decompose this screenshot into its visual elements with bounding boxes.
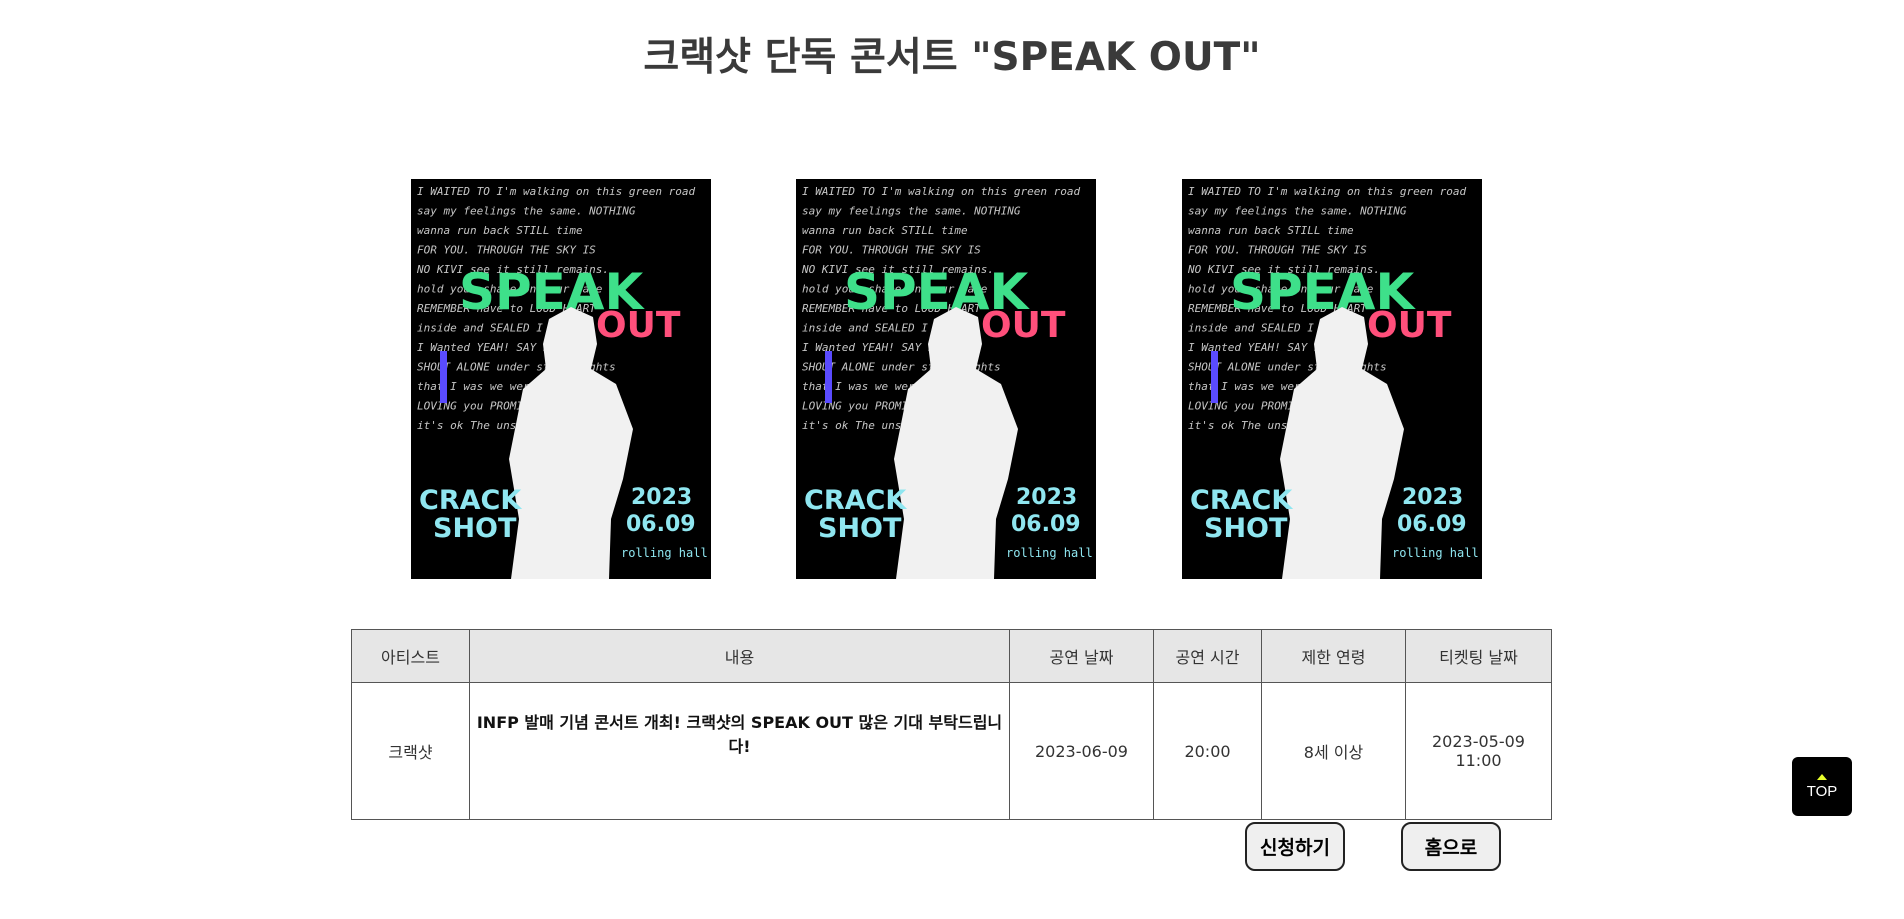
poster-artwork: I WAITED TO I'm walking on this green ro… bbox=[411, 179, 711, 579]
header-artist: 아티스트 bbox=[351, 629, 470, 683]
poster-texture-text: say my feelings the same. NOTHING bbox=[802, 205, 1021, 218]
header-age: 제한 연령 bbox=[1261, 629, 1406, 683]
poster-venue: rolling hall bbox=[1392, 546, 1479, 560]
scroll-top-button[interactable]: TOP bbox=[1792, 757, 1852, 816]
poster-venue: rolling hall bbox=[1006, 546, 1093, 560]
concert-info-table: 아티스트 내용 공연 날짜 공연 시간 제한 연령 티켓팅 날짜 크랙샷 INF… bbox=[351, 629, 1552, 820]
poster-accent-mark bbox=[1211, 351, 1218, 403]
cell-date: 2023-06-09 bbox=[1009, 682, 1154, 820]
poster-accent-mark bbox=[825, 351, 832, 403]
cell-ticketing: 2023-05-09 11:00 bbox=[1405, 682, 1552, 820]
poster-texture-text: FOR YOU. THROUGH THE SKY IS bbox=[1188, 244, 1367, 257]
poster-texture-text: wanna run back STILL time bbox=[1188, 224, 1354, 237]
poster-artist-line2: SHOT bbox=[1204, 513, 1288, 544]
poster-headline-out: OUT bbox=[596, 305, 681, 346]
cell-artist: 크랙샷 bbox=[351, 682, 470, 820]
cell-content: INFP 발매 기념 콘서트 개최! 크랙샷의 SPEAK OUT 많은 기대 … bbox=[469, 682, 1010, 820]
page-title: 크랙샷 단독 콘서트 "SPEAK OUT" bbox=[643, 35, 1261, 80]
concert-poster-2: I WAITED TO I'm walking on this green ro… bbox=[796, 179, 1096, 579]
table-row: 크랙샷 INFP 발매 기념 콘서트 개최! 크랙샷의 SPEAK OUT 많은… bbox=[351, 682, 1552, 820]
header-content: 내용 bbox=[469, 629, 1010, 683]
apply-button[interactable]: 신청하기 bbox=[1245, 822, 1345, 871]
poster-year: 2023 bbox=[631, 485, 692, 510]
concert-poster-1: I WAITED TO I'm walking on this green ro… bbox=[411, 179, 711, 579]
header-time: 공연 시간 bbox=[1153, 629, 1262, 683]
poster-artist-line1: CRACK bbox=[419, 485, 522, 516]
poster-venue: rolling hall bbox=[621, 546, 708, 560]
cell-age: 8세 이상 bbox=[1261, 682, 1406, 820]
poster-texture-text: LOVING you PROMISE bbox=[802, 400, 922, 413]
poster-texture-text: I WAITED TO I'm walking on this green ro… bbox=[802, 185, 1081, 198]
poster-texture-text: FOR YOU. THROUGH THE SKY IS bbox=[417, 244, 596, 257]
poster-texture-text: LOVING you PROMISE bbox=[1188, 400, 1308, 413]
home-button[interactable]: 홈으로 bbox=[1401, 822, 1501, 871]
poster-year: 2023 bbox=[1016, 485, 1077, 510]
header-date: 공연 날짜 bbox=[1009, 629, 1154, 683]
poster-artist-line2: SHOT bbox=[818, 513, 902, 544]
arrow-up-icon bbox=[1817, 773, 1827, 780]
poster-date: 06.09 bbox=[1011, 512, 1081, 537]
header-ticketing: 티켓팅 날짜 bbox=[1405, 629, 1552, 683]
poster-texture-text: FOR YOU. THROUGH THE SKY IS bbox=[802, 244, 981, 257]
poster-headline-out: OUT bbox=[981, 305, 1066, 346]
concert-poster-3: I WAITED TO I'm walking on this green ro… bbox=[1182, 179, 1482, 579]
poster-accent-mark bbox=[440, 351, 447, 403]
poster-texture-text: wanna run back STILL time bbox=[417, 224, 583, 237]
table-header-row: 아티스트 내용 공연 날짜 공연 시간 제한 연령 티켓팅 날짜 bbox=[351, 629, 1552, 683]
poster-texture-text: wanna run back STILL time bbox=[802, 224, 968, 237]
poster-headline-out: OUT bbox=[1367, 305, 1452, 346]
poster-year: 2023 bbox=[1402, 485, 1463, 510]
poster-artwork: I WAITED TO I'm walking on this green ro… bbox=[1182, 179, 1482, 579]
cell-time: 20:00 bbox=[1153, 682, 1262, 820]
poster-texture-text: say my feelings the same. NOTHING bbox=[417, 205, 636, 218]
poster-texture-text: say my feelings the same. NOTHING bbox=[1188, 205, 1407, 218]
poster-artwork: I WAITED TO I'm walking on this green ro… bbox=[796, 179, 1096, 579]
poster-texture-text: I WAITED TO I'm walking on this green ro… bbox=[1188, 185, 1467, 198]
poster-artist-line1: CRACK bbox=[1190, 485, 1293, 516]
poster-date: 06.09 bbox=[626, 512, 696, 537]
poster-date: 06.09 bbox=[1397, 512, 1467, 537]
poster-artist-line2: SHOT bbox=[433, 513, 517, 544]
poster-artist-line1: CRACK bbox=[804, 485, 907, 516]
scroll-top-label: TOP bbox=[1806, 782, 1838, 800]
poster-texture-text: I WAITED TO I'm walking on this green ro… bbox=[417, 185, 696, 198]
poster-texture-text: LOVING you PROMISE bbox=[417, 400, 537, 413]
